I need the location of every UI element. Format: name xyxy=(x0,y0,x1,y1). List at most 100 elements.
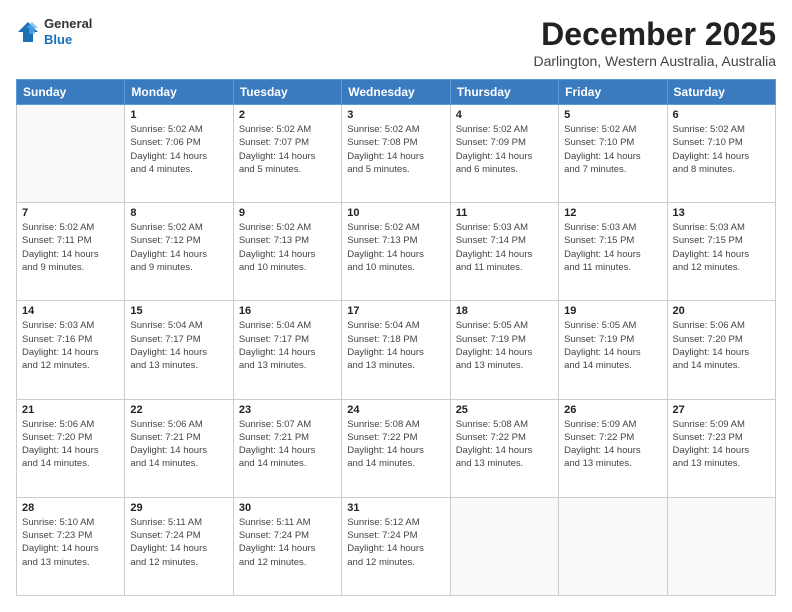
day-number: 14 xyxy=(22,305,119,317)
day-number: 2 xyxy=(239,109,336,121)
calendar-cell: 10 Sunrise: 5:02 AM Sunset: 7:13 PM Dayli… xyxy=(342,203,450,301)
day-info: Sunrise: 5:05 AM Sunset: 7:19 PM Dayligh… xyxy=(564,319,661,372)
day-number: 18 xyxy=(456,305,553,317)
calendar-cell xyxy=(450,497,558,595)
calendar-cell xyxy=(17,105,125,203)
day-number: 23 xyxy=(239,404,336,416)
calendar-cell: 31 Sunrise: 5:12 AM Sunset: 7:24 PM Dayli… xyxy=(342,497,450,595)
day-info: Sunrise: 5:02 AM Sunset: 7:07 PM Dayligh… xyxy=(239,123,336,176)
day-info: Sunrise: 5:02 AM Sunset: 7:10 PM Dayligh… xyxy=(673,123,770,176)
day-number: 31 xyxy=(347,502,444,514)
calendar-cell: 29 Sunrise: 5:11 AM Sunset: 7:24 PM Dayli… xyxy=(125,497,233,595)
calendar-table: SundayMondayTuesdayWednesdayThursdayFrid… xyxy=(16,79,776,596)
day-number: 5 xyxy=(564,109,661,121)
day-info: Sunrise: 5:02 AM Sunset: 7:12 PM Dayligh… xyxy=(130,221,227,274)
calendar-cell: 25Sunrise: 5:08 AM Sunset: 7:22 PM Dayli… xyxy=(450,399,558,497)
calendar-cell: 27Sunrise: 5:09 AM Sunset: 7:23 PM Dayli… xyxy=(667,399,775,497)
calendar-cell: 26 Sunrise: 5:09 AM Sunset: 7:22 PM Dayli… xyxy=(559,399,667,497)
calendar-cell: 24 Sunrise: 5:08 AM Sunset: 7:22 PM Dayli… xyxy=(342,399,450,497)
day-info: Sunrise: 5:05 AM Sunset: 7:19 PM Dayligh… xyxy=(456,319,553,372)
day-info: Sunrise: 5:06 AM Sunset: 7:20 PM Dayligh… xyxy=(673,319,770,372)
day-info: Sunrise: 5:08 AM Sunset: 7:22 PM Dayligh… xyxy=(456,418,553,471)
day-info: Sunrise: 5:02 AM Sunset: 7:13 PM Dayligh… xyxy=(347,221,444,274)
day-number: 27 xyxy=(673,404,770,416)
day-number: 13 xyxy=(673,207,770,219)
day-number: 10 xyxy=(347,207,444,219)
day-info: Sunrise: 5:02 AM Sunset: 7:06 PM Dayligh… xyxy=(130,123,227,176)
day-info: Sunrise: 5:02 AM Sunset: 7:13 PM Dayligh… xyxy=(239,221,336,274)
day-number: 7 xyxy=(22,207,119,219)
weekday-header-monday: Monday xyxy=(125,80,233,105)
day-number: 11 xyxy=(456,207,553,219)
calendar-cell: 1 Sunrise: 5:02 AM Sunset: 7:06 PM Daylig… xyxy=(125,105,233,203)
calendar-week-row: 1 Sunrise: 5:02 AM Sunset: 7:06 PM Daylig… xyxy=(17,105,776,203)
day-number: 12 xyxy=(564,207,661,219)
day-number: 1 xyxy=(130,109,227,121)
day-number: 26 xyxy=(564,404,661,416)
day-info: Sunrise: 5:02 AM Sunset: 7:09 PM Dayligh… xyxy=(456,123,553,176)
day-number: 29 xyxy=(130,502,227,514)
logo: General Blue xyxy=(16,16,92,47)
title-block: December 2025 Darlington, Western Austra… xyxy=(533,16,776,69)
day-number: 4 xyxy=(456,109,553,121)
calendar-cell: 8 Sunrise: 5:02 AM Sunset: 7:12 PM Daylig… xyxy=(125,203,233,301)
logo-icon xyxy=(16,20,40,44)
calendar-cell: 3 Sunrise: 5:02 AM Sunset: 7:08 PM Daylig… xyxy=(342,105,450,203)
day-number: 17 xyxy=(347,305,444,317)
calendar-cell xyxy=(559,497,667,595)
page: General Blue December 2025 Darlington, W… xyxy=(0,0,792,612)
day-number: 28 xyxy=(22,502,119,514)
day-info: Sunrise: 5:07 AM Sunset: 7:21 PM Dayligh… xyxy=(239,418,336,471)
calendar-cell: 22 Sunrise: 5:06 AM Sunset: 7:21 PM Dayli… xyxy=(125,399,233,497)
weekday-header-tuesday: Tuesday xyxy=(233,80,341,105)
day-info: Sunrise: 5:03 AM Sunset: 7:16 PM Dayligh… xyxy=(22,319,119,372)
calendar-cell: 5Sunrise: 5:02 AM Sunset: 7:10 PM Daylig… xyxy=(559,105,667,203)
day-info: Sunrise: 5:11 AM Sunset: 7:24 PM Dayligh… xyxy=(239,516,336,569)
header: General Blue December 2025 Darlington, W… xyxy=(16,16,776,69)
day-info: Sunrise: 5:10 AM Sunset: 7:23 PM Dayligh… xyxy=(22,516,119,569)
calendar-cell: 6 Sunrise: 5:02 AM Sunset: 7:10 PM Daylig… xyxy=(667,105,775,203)
weekday-header-row: SundayMondayTuesdayWednesdayThursdayFrid… xyxy=(17,80,776,105)
calendar-week-row: 21Sunrise: 5:06 AM Sunset: 7:20 PM Dayli… xyxy=(17,399,776,497)
calendar-cell: 18 Sunrise: 5:05 AM Sunset: 7:19 PM Dayli… xyxy=(450,301,558,399)
day-info: Sunrise: 5:06 AM Sunset: 7:21 PM Dayligh… xyxy=(130,418,227,471)
calendar-cell: 2 Sunrise: 5:02 AM Sunset: 7:07 PM Daylig… xyxy=(233,105,341,203)
day-info: Sunrise: 5:02 AM Sunset: 7:11 PM Dayligh… xyxy=(22,221,119,274)
calendar-cell xyxy=(667,497,775,595)
logo-text: General Blue xyxy=(44,16,92,47)
day-number: 20 xyxy=(673,305,770,317)
calendar-cell: 23 Sunrise: 5:07 AM Sunset: 7:21 PM Dayli… xyxy=(233,399,341,497)
day-info: Sunrise: 5:09 AM Sunset: 7:22 PM Dayligh… xyxy=(564,418,661,471)
day-info: Sunrise: 5:03 AM Sunset: 7:14 PM Dayligh… xyxy=(456,221,553,274)
weekday-header-wednesday: Wednesday xyxy=(342,80,450,105)
calendar-cell: 21Sunrise: 5:06 AM Sunset: 7:20 PM Dayli… xyxy=(17,399,125,497)
day-number: 16 xyxy=(239,305,336,317)
day-number: 8 xyxy=(130,207,227,219)
calendar-cell: 12Sunrise: 5:03 AM Sunset: 7:15 PM Dayli… xyxy=(559,203,667,301)
day-info: Sunrise: 5:12 AM Sunset: 7:24 PM Dayligh… xyxy=(347,516,444,569)
day-number: 15 xyxy=(130,305,227,317)
day-info: Sunrise: 5:08 AM Sunset: 7:22 PM Dayligh… xyxy=(347,418,444,471)
calendar-cell: 28 Sunrise: 5:10 AM Sunset: 7:23 PM Dayli… xyxy=(17,497,125,595)
day-number: 24 xyxy=(347,404,444,416)
day-number: 22 xyxy=(130,404,227,416)
weekday-header-thursday: Thursday xyxy=(450,80,558,105)
calendar-cell: 7 Sunrise: 5:02 AM Sunset: 7:11 PM Daylig… xyxy=(17,203,125,301)
calendar-cell: 20 Sunrise: 5:06 AM Sunset: 7:20 PM Dayli… xyxy=(667,301,775,399)
calendar-cell: 13 Sunrise: 5:03 AM Sunset: 7:15 PM Dayli… xyxy=(667,203,775,301)
calendar-cell: 11 Sunrise: 5:03 AM Sunset: 7:14 PM Dayli… xyxy=(450,203,558,301)
day-number: 6 xyxy=(673,109,770,121)
day-number: 19 xyxy=(564,305,661,317)
calendar-cell: 17Sunrise: 5:04 AM Sunset: 7:18 PM Dayli… xyxy=(342,301,450,399)
day-number: 3 xyxy=(347,109,444,121)
day-info: Sunrise: 5:11 AM Sunset: 7:24 PM Dayligh… xyxy=(130,516,227,569)
calendar-cell: 30 Sunrise: 5:11 AM Sunset: 7:24 PM Dayli… xyxy=(233,497,341,595)
calendar-cell: 16Sunrise: 5:04 AM Sunset: 7:17 PM Dayli… xyxy=(233,301,341,399)
weekday-header-friday: Friday xyxy=(559,80,667,105)
day-number: 30 xyxy=(239,502,336,514)
day-info: Sunrise: 5:04 AM Sunset: 7:17 PM Dayligh… xyxy=(130,319,227,372)
day-info: Sunrise: 5:02 AM Sunset: 7:08 PM Dayligh… xyxy=(347,123,444,176)
calendar-week-row: 14 Sunrise: 5:03 AM Sunset: 7:16 PM Dayli… xyxy=(17,301,776,399)
day-info: Sunrise: 5:03 AM Sunset: 7:15 PM Dayligh… xyxy=(673,221,770,274)
month-title: December 2025 xyxy=(533,16,776,53)
